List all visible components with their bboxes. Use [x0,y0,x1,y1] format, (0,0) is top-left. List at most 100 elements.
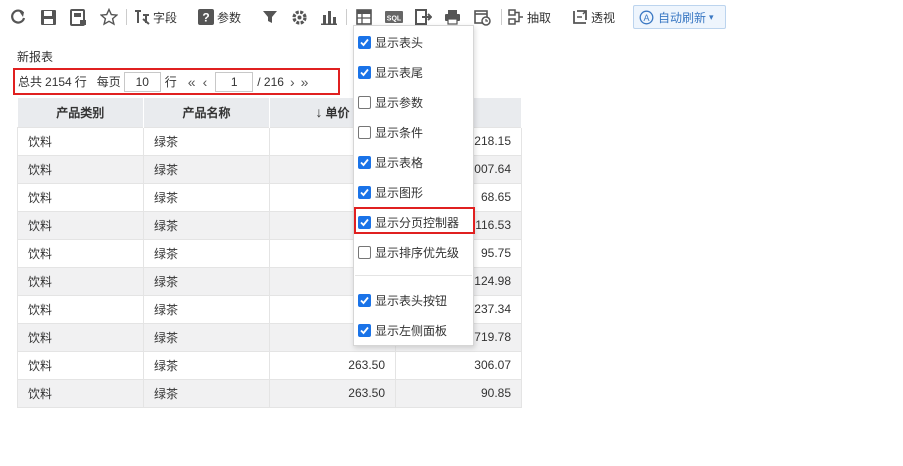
menu-item-label: 显示表头 [375,35,424,50]
per-page-unit: 行 [164,75,177,89]
table-cell: 263.50 [269,378,396,408]
total-prefix: 总共 [18,75,43,89]
table-cell: 绿茶 [143,154,270,184]
column-header-label: 单价 [325,105,350,120]
column-header[interactable]: 产品类别 [17,98,144,127]
sort-desc-icon[interactable]: ↓ [315,104,322,120]
table-cell: 绿茶 [143,322,270,352]
menu-item-label: 显示表头按钮 [375,293,448,308]
menu-item[interactable]: 显示图形 [358,182,423,202]
save-as-icon[interactable] [70,6,87,28]
total-rows-unit: 行 [74,75,87,89]
checkbox-unchecked-icon[interactable] [358,95,371,109]
checkbox-checked-icon[interactable] [358,323,371,337]
auto-refresh-dropdown[interactable]: A 自动刷新 ▾ [633,5,726,29]
table-cell: 饮料 [17,322,144,352]
table-cell: 绿茶 [143,182,270,212]
menu-item[interactable]: 显示表尾 [358,62,423,82]
table-cell: 饮料 [17,378,144,408]
schedule-icon[interactable] [474,6,491,28]
settings-gear-icon[interactable] [291,6,308,28]
checkbox-unchecked-icon[interactable] [358,245,371,259]
favorite-star-icon[interactable] [100,6,118,28]
extract-icon [508,9,523,25]
checkbox-checked-icon[interactable] [358,35,371,49]
menu-item[interactable]: 显示表格 [358,152,423,172]
table-cell: 绿茶 [143,266,270,296]
pivot-label: 透视 [591,10,616,25]
highlight-box [354,207,475,234]
table-cell: 绿茶 [143,378,270,408]
display-options-menu: 显示表头 显示表尾 显示参数 显示条件 显示表格 显示图形 显示分页控制器 显示排序优先级 显示… [353,25,474,346]
table-cell: 饮料 [17,266,144,296]
table-cell: 263.50 [269,350,396,380]
table-cell: 饮料 [17,182,144,212]
svg-text:A: A [643,13,649,23]
params-button[interactable]: ? 参数 [198,6,241,28]
table-cell: 绿茶 [143,126,270,156]
prev-page-icon[interactable]: ‹ [203,74,208,90]
pivot-button[interactable]: 透视 [572,6,615,28]
table-cell: 306.07 [395,350,522,380]
checkbox-checked-icon[interactable] [358,293,371,307]
fields-label: 字段 [153,10,178,25]
refresh-icon[interactable] [10,6,26,28]
save-icon[interactable] [40,6,57,28]
svg-text:?: ? [202,11,209,25]
checkbox-checked-icon[interactable] [358,185,371,199]
per-page-label: 每页 [96,75,121,89]
checkbox-checked-icon[interactable] [358,155,371,169]
table-cell: 饮料 [17,238,144,268]
auto-refresh-label: 自动刷新 [658,10,707,25]
menu-item-label: 显示参数 [375,95,424,110]
auto-refresh-icon: A [639,10,654,24]
extract-label: 抽取 [527,10,552,25]
menu-item-label: 显示排序优先级 [375,245,460,260]
first-page-icon[interactable]: « [188,74,196,90]
menu-item-label: 显示表尾 [375,65,424,80]
table-cell: 绿茶 [143,350,270,380]
table-cell: 饮料 [17,210,144,240]
menu-item[interactable]: 显示参数 [358,92,423,112]
table-cell: 绿茶 [143,210,270,240]
last-page-icon[interactable]: » [301,74,309,90]
table-cell: 饮料 [17,126,144,156]
total-pages: / 216 [257,74,284,89]
menu-item-label: 显示条件 [375,125,424,140]
pivot-icon [573,10,587,24]
table-row: 饮料 绿茶 263.50 90.85 [17,378,522,408]
menu-item[interactable]: 显示排序优先级 [358,242,459,262]
per-page-input[interactable]: 10 [123,71,161,92]
chevron-down-icon: ▾ [709,11,714,22]
menu-item[interactable]: 显示条件 [358,122,423,142]
bar-chart-icon[interactable] [321,6,337,28]
fields-icon [135,10,150,25]
current-page-input[interactable]: 1 [215,71,254,92]
next-page-icon[interactable]: › [290,74,295,90]
checkbox-checked-icon[interactable] [358,65,371,79]
column-header[interactable]: 产品名称 [143,98,270,127]
checkbox-unchecked-icon[interactable] [358,125,371,139]
menu-item[interactable]: 显示左侧面板 [358,320,447,340]
menu-item[interactable]: 显示表头按钮 [358,290,447,310]
svg-text:SQL: SQL [387,16,402,23]
toolbar-divider [126,9,127,25]
toolbar-divider [346,9,347,25]
pagination-controller: 总共 2154 行 每页 10 行 « ‹ 1 / 216 › » [13,68,340,95]
table-row: 饮料 绿茶 263.50 306.07 [17,350,522,380]
table-cell: 饮料 [17,294,144,324]
extract-button[interactable]: 抽取 [508,6,551,28]
filter-icon[interactable] [262,6,278,28]
toolbar-divider [501,9,502,25]
fields-button[interactable]: 字段 [134,6,177,28]
total-rows: 2154 [45,74,72,89]
report-title: 新报表 [17,50,54,64]
menu-divider [355,275,472,276]
table-cell: 绿茶 [143,294,270,324]
menu-item-label: 显示表格 [375,155,424,170]
table-cell: 90.85 [395,378,522,408]
table-cell: 饮料 [17,154,144,184]
params-label: 参数 [217,10,242,25]
menu-item[interactable]: 显示表头 [358,32,423,52]
menu-item-label: 显示图形 [375,185,424,200]
